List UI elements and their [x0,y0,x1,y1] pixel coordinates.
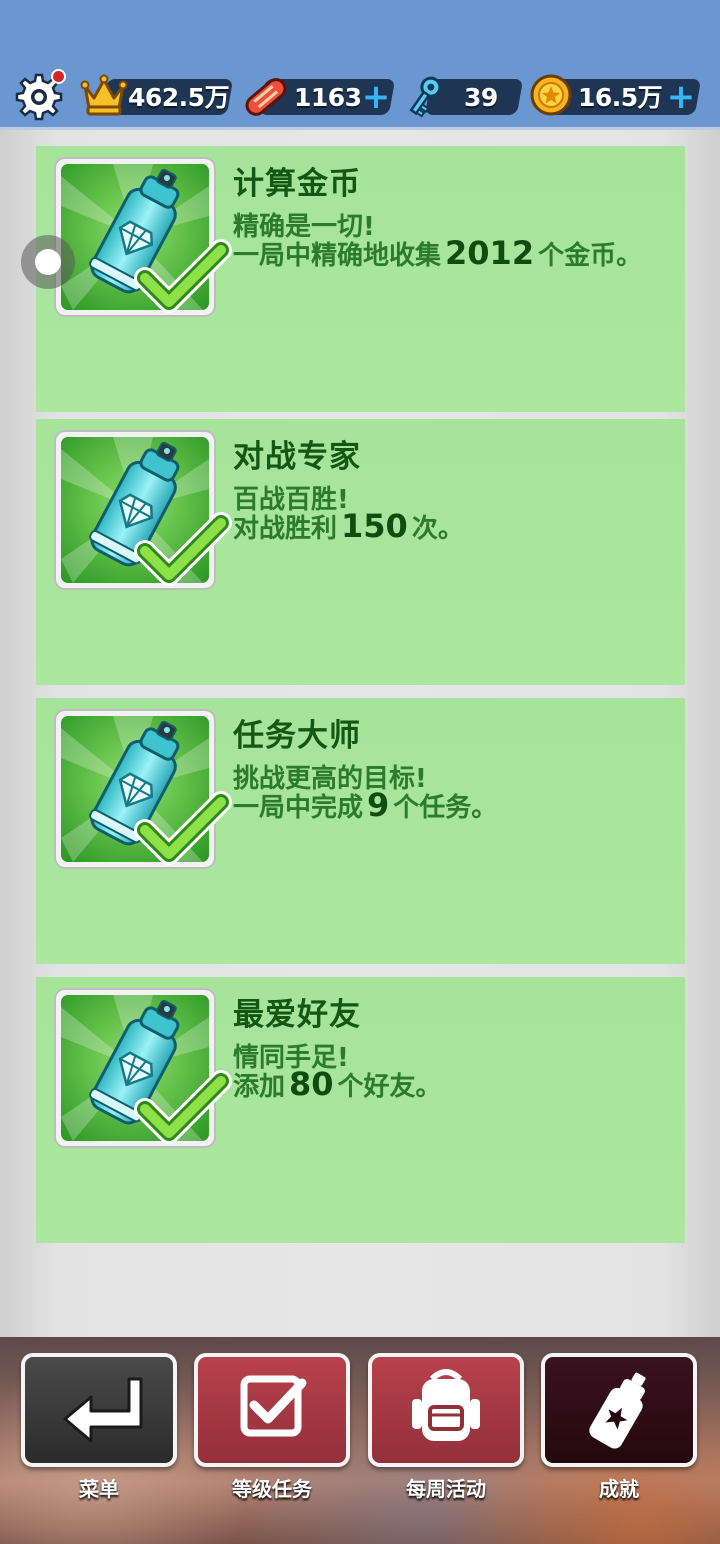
achievement-title: 最爱好友 [233,997,361,1033]
goal-count: 80 [289,1065,334,1103]
coin-icon [530,74,572,116]
checkbox-icon [240,1375,307,1437]
add-hoverboard-button[interactable]: + [361,80,391,114]
nav-achievements-label: 成就 [599,1477,639,1501]
achievement-description: 一局中精确地收集 2012 个金币。 [233,234,642,272]
description-prefix: 一局中精确地收集 [233,241,442,271]
description-suffix: 个任务。 [393,793,498,823]
description-suffix: 次。 [411,514,464,544]
achievement-description: 对战胜利 150 次。 [233,507,464,545]
achievement-badge [53,156,232,318]
achievement-title: 任务大师 [233,718,361,754]
description-prefix: 一局中完成 [233,793,364,823]
achievement-title: 对战专家 [233,439,361,475]
backpack-icon [412,1369,480,1441]
nav-menu-button[interactable] [21,1353,177,1467]
achievement-card: 最爱好友 情同手足! 添加 80 个好友。 [36,977,685,1243]
description-prefix: 添加 [233,1072,286,1102]
coins-count: 16.5万 [578,83,663,112]
hoverboard-icon [245,78,287,116]
top-bar: 462.5万 1163 + 39 16.5万 + [0,0,720,130]
floating-touch-handle[interactable] [21,235,75,289]
achievement-description: 添加 80 个好友。 [233,1065,442,1103]
description-suffix: 个金币。 [538,241,643,271]
crown-score-value: 462.5万 [128,83,230,112]
nav-weekly-events-button[interactable] [368,1353,524,1467]
nav-level-tasks-label: 等级任务 [232,1477,312,1501]
goal-count: 150 [341,507,408,545]
nav-achievements-button[interactable] [541,1353,697,1467]
bottom-nav: 菜单 等级任务 每周活动 成就 [0,1337,720,1544]
crown-icon [80,74,128,116]
description-suffix: 个好友。 [337,1072,442,1102]
key-icon [409,76,442,118]
notification-dot [51,69,66,84]
return-arrow-icon [63,1377,143,1443]
add-coins-button[interactable]: + [666,80,696,114]
achievement-description: 一局中完成 9 个任务。 [233,786,497,824]
achievements-list[interactable]: 计算金币 精确是一切! 一局中精确地收集 2012 个金币。 对战专家 百战百胜… [0,130,720,1337]
nav-level-tasks-button[interactable] [194,1353,350,1467]
achievement-card: 对战专家 百战百胜! 对战胜利 150 次。 [36,419,685,685]
keys-count: 39 [464,83,498,112]
achievement-card: 计算金币 精确是一切! 一局中精确地收集 2012 个金币。 [36,146,685,412]
settings-button[interactable] [14,69,66,122]
achievement-card: 任务大师 挑战更高的目标! 一局中完成 9 个任务。 [36,698,685,964]
achievement-badge [53,429,232,591]
achievement-badge [53,708,232,870]
goal-count: 9 [367,786,390,824]
nav-weekly-events-label: 每周活动 [406,1477,486,1501]
hoverboard-count: 1163 [294,83,362,112]
goal-count: 2012 [445,234,535,272]
description-prefix: 对战胜利 [233,514,338,544]
achievement-badge [53,987,232,1149]
achievement-title: 计算金币 [233,166,361,202]
spray-can-star-icon [589,1372,646,1449]
nav-menu-label: 菜单 [79,1477,119,1501]
